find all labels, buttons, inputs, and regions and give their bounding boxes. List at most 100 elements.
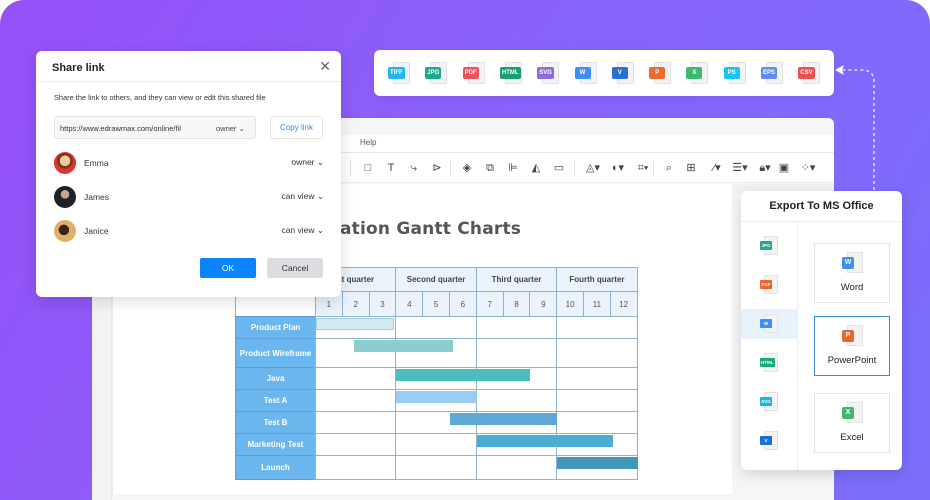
gantt-bar[interactable] — [557, 457, 638, 469]
gantt-bar[interactable] — [450, 413, 558, 425]
month-header: 3 — [368, 291, 397, 317]
html-file-icon[interactable]: HTML — [499, 62, 522, 86]
side-pdf-file-icon[interactable]: PDF — [741, 270, 797, 300]
gantt-bar[interactable] — [353, 340, 453, 352]
user-row: Janice can view ⌄ — [54, 220, 324, 242]
format-label: JPG — [425, 67, 442, 79]
csv-file-icon[interactable]: CSV — [798, 62, 821, 86]
tiff-file-icon[interactable]: TIFF — [388, 62, 410, 86]
permission-dropdown[interactable]: can view ⌄ — [281, 225, 324, 236]
word-file-icon[interactable]: W — [574, 62, 597, 86]
text-icon[interactable]: T — [383, 160, 399, 176]
ps-file-icon[interactable]: PS — [723, 62, 746, 86]
month-header: 12 — [609, 291, 638, 317]
permission-dropdown[interactable]: owner ⌄ — [291, 157, 324, 168]
crop-icon[interactable]: ⌗▾ — [632, 160, 654, 176]
menu-help[interactable]: Help — [360, 138, 376, 147]
format-label: W — [842, 257, 854, 269]
user-name: Emma — [84, 158, 109, 168]
format-label: P — [842, 330, 854, 342]
gantt-bar[interactable] — [316, 318, 394, 330]
month-header: 2 — [341, 291, 370, 317]
format-label: SVG — [760, 397, 772, 406]
avatar — [54, 186, 76, 208]
connector-icon[interactable]: ⤷ — [406, 160, 422, 176]
toolbar-separator — [574, 161, 575, 175]
group-icon[interactable]: ⧉ — [482, 160, 498, 176]
excel-file-icon: X — [842, 402, 864, 426]
panel-title: Export To MS Office — [769, 200, 874, 212]
share-link-dialog: Share link ✕ Share the link to others, a… — [36, 51, 341, 297]
user-row: James can view ⌄ — [54, 186, 324, 208]
line-style-icon[interactable]: ☰▾ — [729, 160, 751, 176]
format-label: V — [760, 436, 772, 445]
gantt-bar[interactable] — [476, 435, 614, 447]
gantt-bar[interactable] — [396, 391, 477, 403]
month-header: 4 — [395, 291, 424, 317]
copy-link-button[interactable]: Copy link — [270, 116, 323, 139]
cancel-button[interactable]: Cancel — [267, 258, 323, 278]
align-icon[interactable]: ⊫ — [505, 160, 521, 176]
ok-button[interactable]: OK — [200, 258, 256, 278]
card-label: PowerPoint — [827, 355, 877, 366]
month-header: 7 — [475, 291, 504, 317]
task-label: Product Wireframe — [235, 338, 316, 368]
side-svg-file-icon[interactable]: SVG — [741, 387, 797, 417]
gantt-cell — [475, 316, 558, 339]
dashed-arrow-icon — [835, 65, 875, 190]
permission-dropdown[interactable]: can view ⌄ — [281, 191, 324, 202]
side-visio-file-icon[interactable]: V — [741, 426, 797, 456]
user-name: James — [84, 192, 110, 202]
divider — [741, 221, 902, 222]
export-powerpoint-card[interactable]: P PowerPoint — [814, 316, 890, 376]
powerpoint-file-icon[interactable]: P — [649, 62, 672, 86]
visio-file-icon: V — [760, 431, 778, 451]
eps-file-icon[interactable]: EPS — [761, 62, 783, 86]
gantt-cell — [315, 433, 397, 456]
share-link-input[interactable]: https://www.edrawmax.com/online/fil owne… — [54, 116, 256, 139]
gantt-cell — [395, 455, 477, 480]
divider — [36, 81, 341, 82]
jpg-file-icon: JPG — [760, 236, 778, 256]
svg-file-icon[interactable]: SVG — [537, 62, 560, 86]
pointer-icon[interactable]: ⊳ — [429, 160, 445, 176]
export-excel-card[interactable]: X Excel — [814, 393, 890, 453]
side-jpg-file-icon[interactable]: JPG — [741, 231, 797, 261]
gantt-cell — [395, 316, 477, 339]
close-icon[interactable]: ✕ — [319, 58, 331, 75]
export-word-card[interactable]: W Word — [814, 243, 890, 303]
shape-style-icon[interactable]: ◐▾ — [607, 160, 629, 176]
link-permission-dropdown[interactable]: owner ⌄ — [216, 124, 245, 133]
lock-icon[interactable]: 🔒︎▾ — [754, 160, 776, 176]
gantt-cell — [315, 367, 397, 390]
user-row: Emma owner ⌄ — [54, 152, 324, 174]
fit-icon[interactable]: ▣ — [776, 160, 792, 176]
excel-file-icon[interactable]: X — [686, 62, 709, 86]
gantt-bar[interactable] — [396, 369, 531, 381]
jpg-file-icon[interactable]: JPG — [425, 62, 448, 86]
line-color-icon[interactable]: ∕▾ — [706, 160, 728, 176]
more-icon[interactable]: ⁘▾ — [797, 160, 819, 176]
format-label: P — [649, 67, 666, 79]
task-label: Launch — [235, 455, 316, 480]
fill-icon[interactable]: ◬▾ — [582, 160, 604, 176]
gantt-cell — [315, 389, 397, 412]
rectangle-icon[interactable]: □ — [360, 160, 376, 176]
format-label: HTML — [760, 358, 775, 367]
side-html-file-icon[interactable]: HTML — [741, 348, 797, 378]
export-formats-bar: TIFF JPG PDF HTML SVG W V P X PS EPS CSV — [374, 50, 834, 96]
visio-file-icon[interactable]: V — [611, 62, 634, 86]
task-label: Marketing Test — [235, 433, 316, 456]
toolbar-separator — [350, 161, 351, 175]
zoom-icon[interactable]: ⌕ — [661, 160, 677, 176]
frame-icon[interactable]: ▭ — [551, 160, 567, 176]
link-url[interactable]: https://www.edrawmax.com/online/fil — [60, 124, 205, 133]
gantt-cell — [315, 411, 397, 434]
pdf-file-icon[interactable]: PDF — [462, 62, 485, 86]
flip-icon[interactable]: ◭ — [528, 160, 544, 176]
side-word-file-icon[interactable]: W — [741, 309, 797, 339]
format-label: PDF — [760, 280, 772, 289]
layers-icon[interactable]: ◈ — [459, 160, 475, 176]
divider — [797, 222, 798, 470]
find-replace-icon[interactable]: ⊞ — [683, 160, 699, 176]
